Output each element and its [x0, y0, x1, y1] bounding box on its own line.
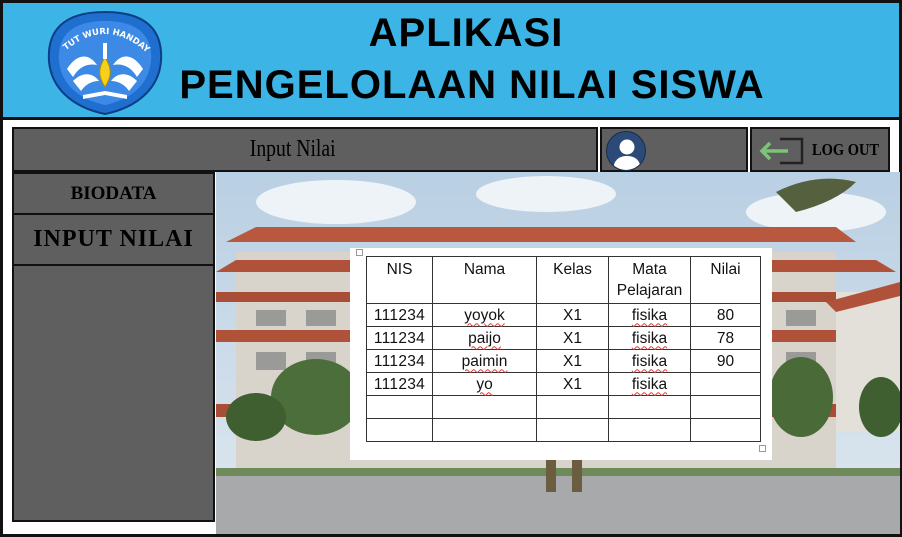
- column-header-mata-pelajaran: Mata Pelajaran: [608, 256, 691, 304]
- column-header-nis: NIS: [366, 256, 433, 304]
- table-resize-handle[interactable]: [759, 445, 766, 452]
- cell-nama[interactable]: yoyok: [432, 303, 537, 327]
- column-header-nilai: Nilai: [690, 256, 761, 304]
- logout-label: LOG OUT: [812, 140, 880, 159]
- cell-mapel[interactable]: fisika: [608, 303, 691, 327]
- cell-nama[interactable]: paimin: [432, 349, 537, 373]
- sidebar-item-input-nilai[interactable]: INPUT NILAI: [14, 215, 213, 266]
- cell-empty[interactable]: [608, 395, 691, 419]
- cell-empty[interactable]: [432, 418, 537, 442]
- cell-mapel-text: fisika: [631, 306, 668, 324]
- cell-nis[interactable]: 111234: [366, 326, 433, 350]
- grades-table-panel: NIS Nama Kelas Mata Pelajaran Nilai 1112…: [350, 248, 772, 460]
- user-profile-box[interactable]: [600, 127, 748, 172]
- page-title-bar: Input Nilai: [12, 127, 598, 172]
- logout-button[interactable]: LOG OUT: [750, 127, 890, 172]
- column-header-kelas: Kelas: [536, 256, 609, 304]
- app-header: TUT WURI HANDAYANI APLIKASI PENGELOLAAN …: [0, 0, 902, 120]
- cell-kelas[interactable]: X1: [536, 372, 609, 396]
- table-row-empty[interactable]: [366, 418, 761, 442]
- cell-nilai[interactable]: [690, 372, 761, 396]
- cell-nama[interactable]: paijo: [432, 326, 537, 350]
- logout-arrow-icon: [759, 137, 804, 165]
- table-row[interactable]: 111234 paijo X1 fisika 78: [366, 326, 761, 350]
- column-header-pelajaran: Pelajaran: [616, 282, 683, 299]
- cell-kelas[interactable]: X1: [536, 303, 609, 327]
- cell-kelas[interactable]: X1: [536, 326, 609, 350]
- cell-nilai[interactable]: 90: [690, 349, 761, 373]
- cell-nama-text: yo: [476, 375, 493, 393]
- cell-nama-text: paijo: [468, 329, 501, 347]
- table-row[interactable]: 111234 paimin X1 fisika 90: [366, 349, 761, 373]
- cell-nis[interactable]: 111234: [366, 349, 433, 373]
- app-title-line-2: PENGELOLAAN NILAI SISWA: [179, 63, 765, 107]
- cell-empty[interactable]: [536, 395, 609, 419]
- column-header-mata: Mata: [632, 261, 667, 278]
- cell-mapel-text: fisika: [631, 329, 668, 347]
- cell-mapel[interactable]: fisika: [608, 326, 691, 350]
- app-title-line-1: APLIKASI: [368, 11, 564, 55]
- cell-mapel[interactable]: fisika: [608, 349, 691, 373]
- sidebar: BIODATA INPUT NILAI: [12, 172, 215, 522]
- cell-nama-text: paimin: [461, 352, 508, 370]
- cell-nama-text: yoyok: [464, 306, 505, 324]
- cell-empty[interactable]: [608, 418, 691, 442]
- cell-mapel-text: fisika: [631, 375, 668, 393]
- grades-table: NIS Nama Kelas Mata Pelajaran Nilai 1112…: [366, 256, 761, 442]
- cell-empty[interactable]: [536, 418, 609, 442]
- cell-empty[interactable]: [690, 395, 761, 419]
- column-header-nama: Nama: [432, 256, 537, 304]
- table-row[interactable]: 111234 yo X1 fisika: [366, 372, 761, 396]
- cell-mapel-text: fisika: [631, 352, 668, 370]
- table-move-handle[interactable]: [356, 249, 363, 256]
- cell-empty[interactable]: [366, 418, 433, 442]
- cell-nilai[interactable]: 78: [690, 326, 761, 350]
- page-title: Input Nilai: [249, 136, 336, 162]
- cell-empty[interactable]: [690, 418, 761, 442]
- cell-empty[interactable]: [366, 395, 433, 419]
- cell-nis[interactable]: 111234: [366, 303, 433, 327]
- sidebar-item-biodata[interactable]: BIODATA: [14, 174, 213, 215]
- cell-empty[interactable]: [432, 395, 537, 419]
- cell-mapel[interactable]: fisika: [608, 372, 691, 396]
- cell-kelas[interactable]: X1: [536, 349, 609, 373]
- cell-nama[interactable]: yo: [432, 372, 537, 396]
- table-row-empty[interactable]: [366, 395, 761, 419]
- cell-nilai[interactable]: 80: [690, 303, 761, 327]
- cell-nis[interactable]: 111234: [366, 372, 433, 396]
- user-avatar-icon[interactable]: [606, 131, 646, 171]
- table-header-row: NIS Nama Kelas Mata Pelajaran Nilai: [366, 256, 761, 304]
- table-row[interactable]: 111234 yoyok X1 fisika 80: [366, 303, 761, 327]
